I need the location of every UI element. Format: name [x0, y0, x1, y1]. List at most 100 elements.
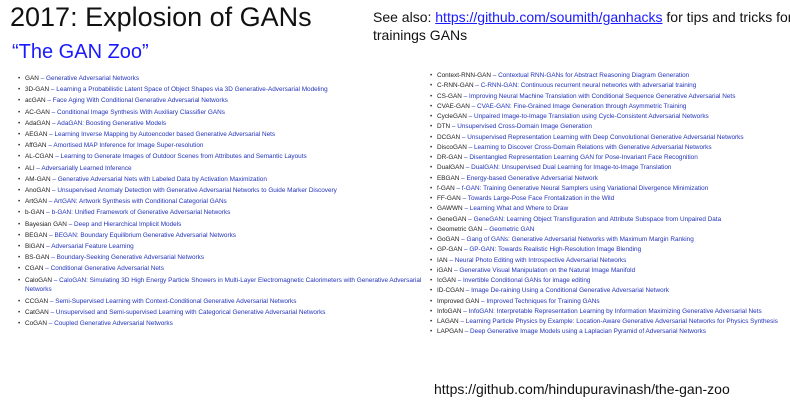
gan-paper-link[interactable]: CVAE-GAN: Fine-Grained Image Generation … [477, 103, 686, 110]
gan-paper-link[interactable]: Learning Inverse Mapping by Autoencoder … [54, 131, 275, 138]
gan-zoo-url: https://github.com/hindupuravinash/the-g… [434, 381, 730, 397]
gan-paper-link[interactable]: GP-GAN: Towards Realistic High-Resolutio… [469, 246, 641, 253]
gan-model-name: acGAN [25, 97, 46, 105]
gan-model-name: CaloGAN [25, 276, 52, 284]
ganhacks-link[interactable]: https://github.com/soumith/ganhacks [435, 9, 662, 25]
gan-paper-link[interactable]: Neural Photo Editing with Introspective … [455, 257, 627, 264]
gan-paper-link[interactable]: Unsupervised and Semi-supervised Learnin… [56, 309, 326, 316]
gan-model-name: CatGAN [25, 308, 49, 316]
gan-model-name: DualGAN [437, 164, 464, 172]
gan-list-item: GeneGAN – GeneGAN: Learning Object Trans… [428, 215, 783, 225]
gan-list-item: ID-CGAN – Image De-raining Using a Condi… [428, 286, 783, 296]
gan-paper-link[interactable]: Generative Visual Manipulation on the Na… [459, 267, 635, 274]
gan-list-item: C-RNN-GAN – C-RNN-GAN: Continuous recurr… [428, 81, 783, 91]
gan-model-name: ArtGAN [25, 198, 48, 206]
gan-list-item: Geometric GAN – Geometric GAN [428, 225, 783, 235]
gan-paper-link[interactable]: ArtGAN: Artwork Synthesis with Condition… [54, 198, 227, 205]
gan-model-name: IcGAN [437, 277, 456, 284]
gan-paper-link[interactable]: AdaGAN: Boosting Generative Models [57, 120, 166, 127]
gan-model-name: InfoGAN [437, 307, 462, 315]
gan-list-item: AM-GAN – Generative Adversarial Nets wit… [16, 175, 426, 185]
gan-paper-link[interactable]: Unsupervised Representation Learning wit… [467, 134, 743, 141]
gan-list-item: DiscoGAN – Learning to Discover Cross-Do… [428, 143, 783, 153]
gan-model-name: iGAN [437, 266, 453, 274]
gan-paper-link[interactable]: CaloGAN: Simulating 3D High Energy Parti… [25, 277, 421, 294]
gan-paper-link[interactable]: b-GAN: Unified Framework of Generative A… [52, 209, 231, 216]
gan-model-name: BS-GAN [25, 254, 50, 262]
gan-paper-link[interactable]: Geometric GAN [489, 226, 534, 233]
gan-model-name: LAGAN [437, 318, 459, 325]
gan-list-item: BS-GAN – Boundary-Seeking Generative Adv… [16, 253, 426, 263]
gan-model-name: C-RNN-GAN [437, 82, 474, 90]
gan-paper-link[interactable]: Conditional Image Synthesis With Auxilia… [57, 109, 225, 116]
gan-list-item: CCGAN – Semi-Supervised Learning with Co… [16, 297, 426, 307]
gan-paper-link[interactable]: Unsupervised Cross-Domain Image Generati… [457, 123, 592, 130]
slide-title: 2017: Explosion of GANs [10, 2, 312, 32]
gan-model-name: CS-GAN [437, 92, 462, 100]
gan-paper-link[interactable]: BEGAN: Boundary Equilibrium Generative A… [54, 232, 236, 239]
gan-list-item: acGAN – Face Aging With Conditional Gene… [16, 96, 426, 106]
gan-paper-link[interactable]: Learning to Generate Images of Outdoor S… [61, 153, 307, 160]
gan-paper-link[interactable]: Face Aging With Conditional Generative A… [53, 97, 228, 104]
gan-paper-link[interactable]: Deep Generative Image Models using a Lap… [470, 328, 706, 335]
gan-model-name: DiscoGAN [437, 143, 467, 151]
gan-paper-link[interactable]: Generative Adversarial Networks [46, 75, 139, 82]
gan-paper-link[interactable]: Boundary-Seeking Generative Adversarial … [57, 254, 204, 261]
gan-paper-link[interactable]: Adversarial Feature Learning [51, 243, 133, 250]
gan-model-name: BEGAN [25, 231, 48, 239]
gan-paper-link[interactable]: Energy-based Generative Adversarial Netw… [466, 175, 597, 182]
gan-paper-link[interactable]: Coupled Generative Adversarial Networks [54, 320, 173, 327]
gan-model-name: AffGAN [25, 142, 47, 150]
gan-paper-link[interactable]: DualGAN: Unsupervised Dual Learning for … [471, 164, 671, 171]
gan-paper-link[interactable]: Learning a Probabilistic Latent Space of… [56, 86, 327, 93]
gan-paper-link[interactable]: Semi-Supervised Learning with Context-Co… [55, 298, 296, 305]
gan-paper-link[interactable]: Learning Particle Physics by Example: Lo… [466, 318, 778, 325]
gan-paper-link[interactable]: Learning to Discover Cross-Domain Relati… [474, 144, 712, 151]
slide-subtitle: “The GAN Zoo” [12, 41, 149, 63]
gan-paper-link[interactable]: Invertible Conditional GANs for image ed… [463, 277, 591, 284]
gan-model-name: b-GAN [25, 209, 45, 217]
gan-paper-link[interactable]: Unpaired Image-to-Image Translation usin… [474, 113, 709, 120]
gan-paper-link[interactable]: InfoGAN: Interpretable Representation Le… [469, 308, 762, 315]
gan-paper-link[interactable]: Image De-raining Using a Conditional Gen… [471, 287, 669, 294]
gan-list-item: GAN – Generative Adversarial Networks [16, 74, 426, 84]
gan-paper-link[interactable]: Learning What and Where to Draw [470, 205, 568, 212]
gan-list-item: InfoGAN – InfoGAN: Interpretable Represe… [428, 307, 783, 317]
gan-model-name: ALI [25, 164, 35, 172]
gan-model-name: AL-CGAN [25, 153, 54, 161]
gan-model-name: GAN [25, 75, 39, 82]
gan-list-item: GP-GAN – GP-GAN: Towards Realistic High-… [428, 245, 783, 255]
see-also-prefix: See also: [373, 9, 432, 25]
gan-list-item: DCGAN – Unsupervised Representation Lear… [428, 133, 783, 143]
gan-list-item: LAGAN – Learning Particle Physics by Exa… [428, 317, 783, 327]
gan-paper-link[interactable]: f-GAN: Training Generative Neural Sample… [462, 185, 708, 192]
gan-paper-link[interactable]: Improved Techniques for Training GANs [486, 298, 599, 305]
gan-model-name: IAN [437, 256, 448, 264]
gan-paper-link[interactable]: Unsupervised Anomaly Detection with Gene… [57, 187, 337, 194]
gan-paper-link[interactable]: Generative Adversarial Nets with Labeled… [58, 176, 267, 183]
gan-paper-link[interactable]: Gang of GANs: Generative Adversarial Net… [466, 236, 693, 243]
gan-paper-link[interactable]: Conditional Generative Adversarial Nets [51, 265, 164, 272]
gan-paper-link[interactable]: GeneGAN: Learning Object Transfiguration… [474, 216, 722, 223]
gan-paper-link[interactable]: Improving Neural Machine Translation wit… [469, 93, 735, 100]
gan-paper-link[interactable]: C-RNN-GAN: Continuous recurrent neural n… [481, 82, 697, 89]
gan-paper-link[interactable]: Towards Large-Pose Face Frontalization i… [468, 195, 614, 202]
gan-list-item: iGAN – Generative Visual Manipulation on… [428, 266, 783, 276]
gan-model-name: GAWWN [437, 205, 463, 213]
gan-model-name: ID-CGAN [437, 287, 464, 295]
gan-paper-link[interactable]: Adversarially Learned Inference [41, 165, 131, 172]
gan-model-name: DTN [437, 123, 451, 131]
gan-list-item: EBGAN – Energy-based Generative Adversar… [428, 174, 783, 184]
gan-list-item: Bayesian GAN – Deep and Hierarchical Imp… [16, 220, 426, 230]
gan-paper-link[interactable]: Deep and Hierarchical Implicit Models [74, 221, 181, 228]
gan-list-item: BiGAN – Adversarial Feature Learning [16, 242, 426, 252]
gan-list-left-column: GAN – Generative Adversarial Networks3D-… [16, 74, 426, 330]
gan-list-item: CVAE-GAN – CVAE-GAN: Fine-Grained Image … [428, 102, 783, 112]
gan-model-name: GP-GAN [437, 246, 463, 254]
gan-paper-link[interactable]: Amortised MAP Inference for Image Super-… [53, 142, 203, 149]
gan-paper-link[interactable]: Disentangled Representation Learning GAN… [469, 154, 697, 161]
gan-paper-link[interactable]: Contextual RNN-GANs for Abstract Reasoni… [498, 72, 689, 79]
gan-model-name: Context-RNN-GAN [437, 72, 491, 79]
gan-list-item: AEGAN – Learning Inverse Mapping by Auto… [16, 130, 426, 140]
gan-model-name: f-GAN [437, 184, 455, 192]
